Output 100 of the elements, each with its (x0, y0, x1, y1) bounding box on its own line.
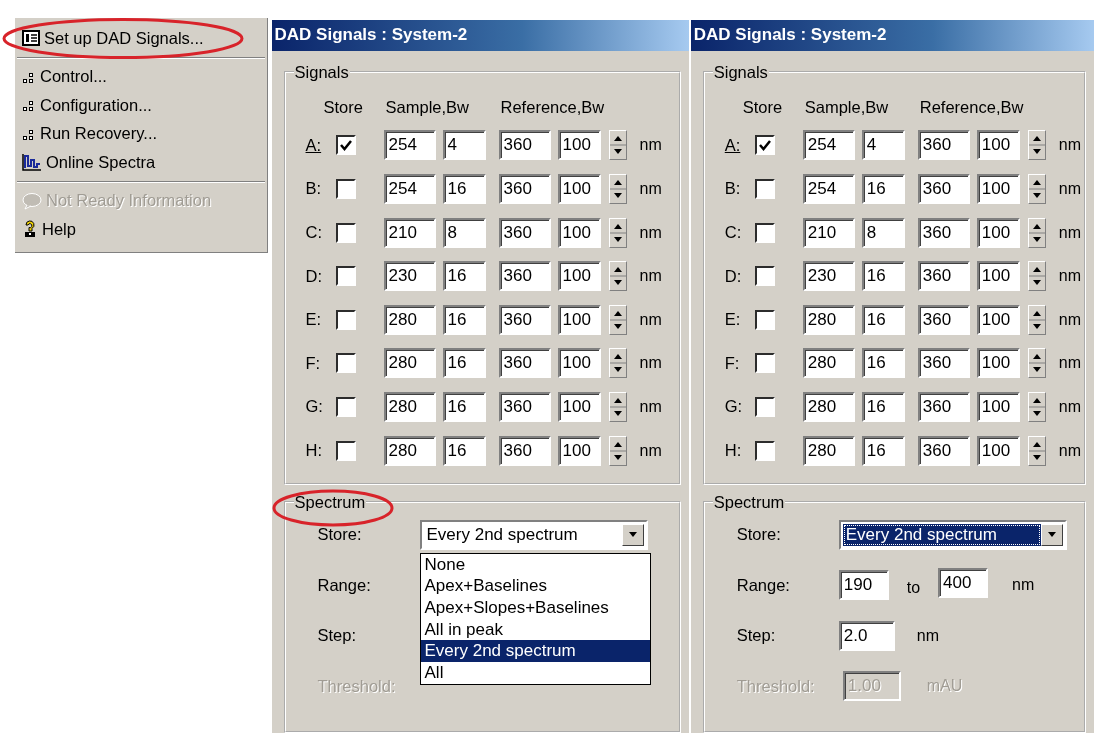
wavelength-field[interactable]: 280 (383, 348, 436, 379)
checkbox[interactable] (754, 135, 775, 156)
bandwidth-field[interactable]: 16 (861, 391, 905, 422)
bandwidth-field[interactable]: 16 (442, 261, 486, 292)
wavelength-field[interactable]: 360 (498, 261, 551, 292)
spinner-control[interactable] (1027, 217, 1046, 248)
checkbox[interactable] (754, 266, 775, 287)
checkbox[interactable] (754, 222, 775, 243)
bandwidth-field[interactable]: 100 (976, 304, 1020, 335)
bandwidth-field[interactable]: 100 (976, 348, 1020, 379)
bandwidth-field[interactable]: 16 (442, 173, 486, 204)
wavelength-field[interactable]: 360 (917, 261, 970, 292)
wavelength-field[interactable]: 360 (917, 348, 970, 379)
range-end-field[interactable]: 400 (938, 568, 989, 598)
menu-item[interactable]: Configuration... (15, 91, 267, 120)
wavelength-field[interactable]: 360 (917, 173, 970, 204)
wavelength-field[interactable]: 360 (917, 391, 970, 422)
bandwidth-field[interactable]: 100 (976, 261, 1020, 292)
checkbox[interactable] (335, 396, 356, 417)
bandwidth-field[interactable]: 16 (442, 348, 486, 379)
wavelength-field[interactable]: 280 (383, 435, 436, 466)
wavelength-field[interactable]: 360 (498, 304, 551, 335)
bandwidth-field[interactable]: 16 (442, 391, 486, 422)
bandwidth-field[interactable]: 100 (557, 304, 601, 335)
bandwidth-field[interactable]: 100 (557, 391, 601, 422)
menu-item[interactable]: Online Spectra (15, 148, 267, 177)
bandwidth-field[interactable]: 100 (976, 130, 1020, 161)
checkbox[interactable] (754, 178, 775, 199)
menu-item[interactable]: Run Recovery... (15, 119, 267, 148)
dropdown-option[interactable]: Every 2nd spectrum (420, 640, 650, 662)
wavelength-field[interactable]: 254 (383, 173, 436, 204)
bandwidth-field[interactable]: 4 (442, 130, 486, 161)
spinner-control[interactable] (608, 304, 627, 335)
bandwidth-field[interactable]: 16 (861, 173, 905, 204)
checkbox[interactable] (754, 396, 775, 417)
checkbox[interactable] (335, 266, 356, 287)
wavelength-field[interactable]: 254 (802, 173, 855, 204)
wavelength-field[interactable]: 254 (802, 130, 855, 161)
bandwidth-field[interactable]: 16 (442, 304, 486, 335)
checkbox[interactable] (335, 135, 356, 156)
wavelength-field[interactable]: 360 (917, 304, 970, 335)
bandwidth-field[interactable]: 100 (557, 261, 601, 292)
spinner-control[interactable] (1027, 304, 1046, 335)
wavelength-field[interactable]: 280 (383, 304, 436, 335)
wavelength-field[interactable]: 280 (802, 348, 855, 379)
bandwidth-field[interactable]: 100 (557, 348, 601, 379)
wavelength-field[interactable]: 360 (498, 173, 551, 204)
dropdown-button[interactable] (621, 523, 644, 546)
wavelength-field[interactable]: 280 (802, 391, 855, 422)
checkbox[interactable] (754, 440, 775, 461)
wavelength-field[interactable]: 360 (498, 217, 551, 248)
checkbox[interactable] (335, 222, 356, 243)
bandwidth-field[interactable]: 100 (976, 391, 1020, 422)
bandwidth-field[interactable]: 16 (861, 304, 905, 335)
wavelength-field[interactable]: 210 (383, 217, 436, 248)
bandwidth-field[interactable]: 100 (557, 130, 601, 161)
checkbox[interactable] (754, 309, 775, 330)
step-field[interactable]: 2.0 (838, 620, 895, 651)
bandwidth-field[interactable]: 100 (557, 217, 601, 248)
menu-item[interactable]: Help (15, 215, 267, 244)
range-start-field[interactable]: 190 (838, 570, 889, 600)
wavelength-field[interactable]: 254 (383, 130, 436, 161)
checkbox[interactable] (754, 353, 775, 374)
dropdown[interactable]: Every 2nd spectrum (838, 519, 1067, 550)
spinner-control[interactable] (1027, 348, 1046, 379)
wavelength-field[interactable]: 360 (498, 348, 551, 379)
bandwidth-field[interactable]: 16 (861, 261, 905, 292)
checkbox[interactable] (335, 178, 356, 199)
bandwidth-field[interactable]: 8 (442, 217, 486, 248)
bandwidth-field[interactable]: 16 (861, 348, 905, 379)
wavelength-field[interactable]: 280 (802, 304, 855, 335)
spinner-control[interactable] (608, 435, 627, 466)
spinner-control[interactable] (608, 173, 627, 204)
spinner-control[interactable] (1027, 173, 1046, 204)
spinner-control[interactable] (1027, 261, 1046, 292)
spinner-control[interactable] (608, 348, 627, 379)
bandwidth-field[interactable]: 16 (442, 435, 486, 466)
checkbox[interactable] (335, 309, 356, 330)
menu-item[interactable]: Set up DAD Signals... (15, 24, 267, 53)
spinner-control[interactable] (1027, 130, 1046, 161)
wavelength-field[interactable]: 230 (802, 261, 855, 292)
wavelength-field[interactable]: 360 (917, 130, 970, 161)
spinner-control[interactable] (1027, 435, 1046, 466)
bandwidth-field[interactable]: 100 (557, 435, 601, 466)
bandwidth-field[interactable]: 100 (557, 173, 601, 204)
checkbox[interactable] (335, 440, 356, 461)
spinner-control[interactable] (608, 217, 627, 248)
wavelength-field[interactable]: 210 (802, 217, 855, 248)
bandwidth-field[interactable]: 100 (976, 217, 1020, 248)
wavelength-field[interactable]: 360 (498, 435, 551, 466)
wavelength-field[interactable]: 280 (383, 391, 436, 422)
wavelength-field[interactable]: 360 (498, 130, 551, 161)
bandwidth-field[interactable]: 4 (861, 130, 905, 161)
spinner-control[interactable] (1027, 391, 1046, 422)
menu-item[interactable]: Control... (15, 62, 267, 91)
dropdown-button[interactable] (1040, 523, 1063, 546)
wavelength-field[interactable]: 360 (917, 435, 970, 466)
bandwidth-field[interactable]: 16 (861, 435, 905, 466)
wavelength-field[interactable]: 280 (802, 435, 855, 466)
wavelength-field[interactable]: 360 (917, 217, 970, 248)
